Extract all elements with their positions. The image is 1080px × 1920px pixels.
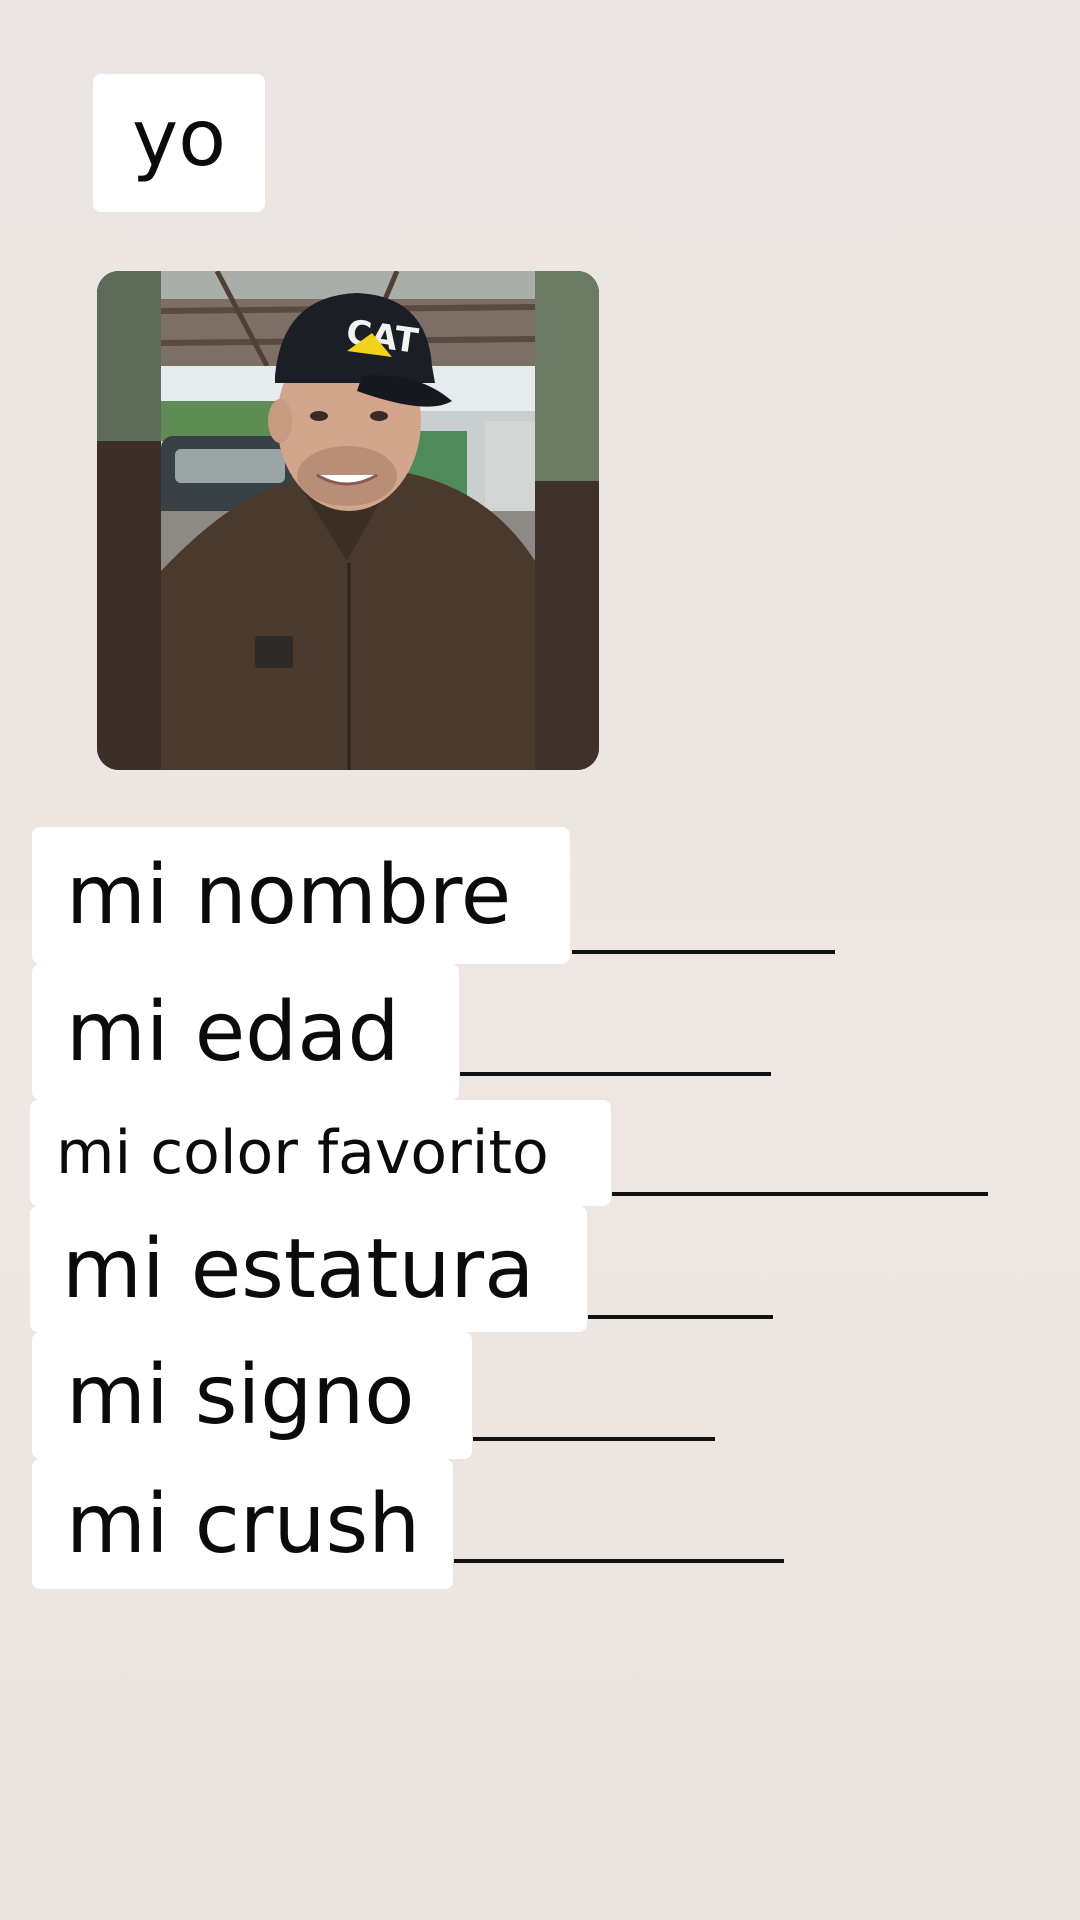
profile-photo: CAT (97, 271, 599, 770)
page-background: yo CAT mi nombre mi edad mi color favori… (0, 0, 1080, 1920)
field-label-color-favorito: mi color favorito (30, 1100, 611, 1206)
field-label-signo: mi signo (32, 1332, 472, 1459)
answer-line-nombre (572, 950, 835, 954)
answer-line-color-favorito (612, 1192, 988, 1196)
answer-line-signo (473, 1437, 715, 1441)
answer-line-estatura (588, 1315, 773, 1319)
field-label-nombre: mi nombre (32, 827, 570, 964)
field-label-edad: mi edad (32, 964, 459, 1100)
title-label: yo (93, 74, 265, 212)
field-label-crush: mi crush (32, 1459, 453, 1589)
answer-line-crush (454, 1559, 784, 1563)
field-label-estatura: mi estatura (30, 1206, 587, 1332)
answer-line-edad (460, 1072, 771, 1076)
